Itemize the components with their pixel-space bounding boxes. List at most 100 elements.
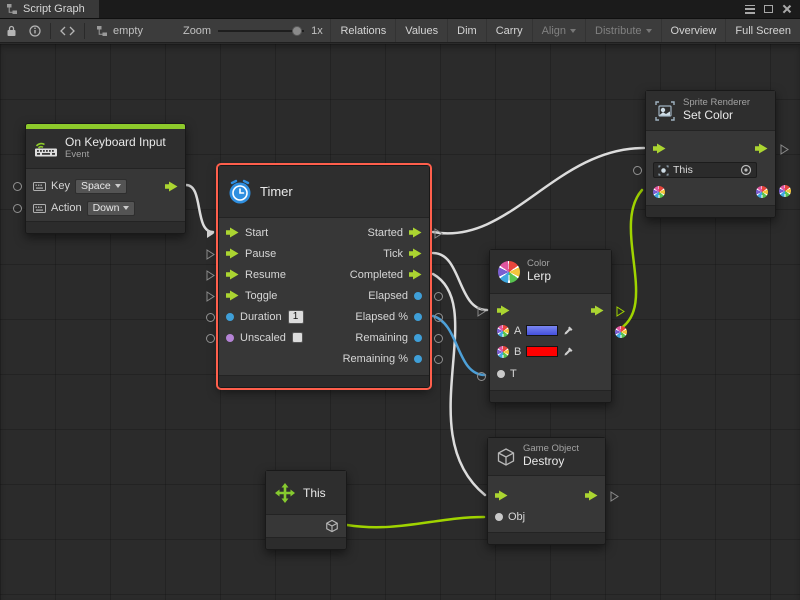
full-screen-button[interactable]: Full Screen [725,19,800,42]
close-icon[interactable] [782,4,792,14]
button-label: Full Screen [735,25,791,37]
carry-button[interactable]: Carry [486,19,532,42]
value-input-port[interactable] [226,313,234,321]
flow-input-port[interactable] [226,290,239,301]
node-timer[interactable]: Timer Start Started Pause [218,165,430,388]
maximize-icon[interactable] [764,5,773,13]
eyedropper-icon[interactable] [563,325,574,336]
port-label: Completed [350,269,403,281]
wire-keyboard-to-timer-start[interactable] [186,185,213,232]
color-field-b[interactable] [526,346,558,357]
flow-port-marker[interactable] [610,491,619,505]
menu-icon[interactable] [745,5,755,14]
node-header[interactable]: Sprite Renderer Set Color [646,91,775,131]
align-button[interactable]: Align [532,19,585,42]
value-input-port[interactable] [497,370,505,378]
node-header[interactable]: Color Lerp [490,250,611,294]
wire-timer-started-to-setcolor[interactable] [433,148,644,233]
color-port-icon[interactable] [497,346,509,358]
this-move-icon [274,482,296,504]
flow-port-marker[interactable] [780,144,789,158]
graph-canvas[interactable]: On Keyboard Input Event Key Space [0,44,800,600]
node-this[interactable]: This [265,470,347,550]
flow-output-port[interactable] [409,269,422,280]
flow-port-marker[interactable] [616,306,625,320]
value-port-marker[interactable] [434,313,443,322]
node-set-color[interactable]: Sprite Renderer Set Color This [645,90,776,218]
value-port-marker[interactable] [434,292,443,301]
value-port-marker[interactable] [434,334,443,343]
flow-output-port[interactable] [755,143,768,154]
node-header[interactable]: On Keyboard Input Event [26,129,185,169]
value-port-marker[interactable] [477,372,486,381]
values-button[interactable]: Values [395,19,447,42]
value-input-port[interactable] [13,204,22,213]
flow-input-port[interactable] [226,248,239,259]
flow-input-port[interactable] [495,490,508,501]
target-field[interactable]: This [653,162,757,178]
value-input-port[interactable] [226,334,234,342]
color-field-a[interactable] [526,325,558,336]
distribute-button[interactable]: Distribute [585,19,660,42]
object-picker-icon[interactable] [740,164,752,176]
node-destroy[interactable]: Game Object Destroy Obj [487,437,606,545]
flow-output-port[interactable] [585,490,598,501]
node-color-lerp[interactable]: Color Lerp A [489,249,612,403]
flow-port-marker[interactable] [206,228,215,242]
flow-input-port[interactable] [226,269,239,280]
flow-input-port[interactable] [226,227,239,238]
value-output-port[interactable] [414,334,422,342]
gameobject-output-port[interactable] [325,519,339,533]
node-header[interactable]: Timer [219,166,429,218]
flow-output-port[interactable] [165,181,178,192]
node-header[interactable]: This [266,471,346,515]
flow-output-port[interactable] [591,305,604,316]
relations-button[interactable]: Relations [330,19,395,42]
duration-input[interactable] [288,310,304,324]
wire-this-to-destroy-obj[interactable] [347,517,484,527]
flow-output-port[interactable] [409,227,422,238]
value-port-marker[interactable] [206,334,215,343]
unscaled-checkbox[interactable] [292,332,303,343]
object-input-port[interactable] [495,513,503,521]
value-output-port[interactable] [414,355,422,363]
color-output-port[interactable] [756,186,768,198]
graph-breadcrumb[interactable]: empty [88,19,151,42]
keyboard-event-icon [34,140,58,157]
overview-button[interactable]: Overview [661,19,726,42]
action-dropdown[interactable]: Down [87,201,136,216]
chevron-down-icon [115,184,121,188]
button-label: Values [405,25,438,37]
flow-port-marker[interactable] [206,249,215,263]
wire-timer-elapsedpct-to-lerp-t[interactable] [433,316,485,375]
color-input-port[interactable] [653,186,665,198]
value-port-marker[interactable] [206,313,215,322]
flow-input-port[interactable] [653,143,666,154]
flow-port-marker[interactable] [434,228,443,242]
lock-button[interactable] [0,19,23,42]
eyedropper-icon[interactable] [563,346,574,357]
value-output-port[interactable] [414,292,422,300]
color-port-marker[interactable] [615,326,627,338]
value-port-marker[interactable] [434,355,443,364]
flow-output-port[interactable] [409,248,422,259]
flow-port-marker[interactable] [477,306,486,320]
flow-input-port[interactable] [497,305,510,316]
value-port-marker[interactable] [633,166,642,175]
value-input-port[interactable] [13,182,22,191]
zoom-slider-thumb[interactable] [292,26,302,36]
node-on-keyboard-input[interactable]: On Keyboard Input Event Key Space [25,123,186,234]
dim-button[interactable]: Dim [447,19,486,42]
action-dropdown-value: Down [93,202,120,214]
flow-port-marker[interactable] [206,270,215,284]
key-dropdown[interactable]: Space [75,179,127,194]
zoom-slider[interactable] [218,25,304,37]
chevrons-button[interactable] [54,19,81,42]
node-header[interactable]: Game Object Destroy [488,438,605,476]
value-output-port[interactable] [414,313,422,321]
color-port-icon[interactable] [497,325,509,337]
tab-script-graph[interactable]: Script Graph [0,0,99,18]
info-button[interactable] [23,19,47,42]
flow-port-marker[interactable] [206,291,215,305]
color-port-marker[interactable] [779,185,791,197]
